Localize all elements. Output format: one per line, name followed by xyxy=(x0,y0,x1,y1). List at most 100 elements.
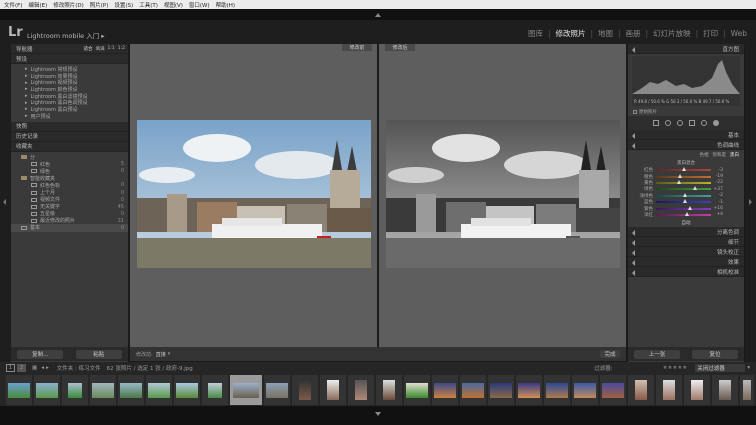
crop-icon[interactable] xyxy=(653,120,659,126)
collections-header[interactable]: 收藏夹 xyxy=(11,141,128,152)
thumbnail[interactable] xyxy=(90,375,116,405)
thumbnail[interactable] xyxy=(146,375,172,405)
zoom-1-1[interactable]: 1:1 xyxy=(108,46,115,52)
thumbnail-selected[interactable] xyxy=(230,375,262,405)
previous-button[interactable]: 上一张 xyxy=(634,349,680,359)
spot-removal-icon[interactable] xyxy=(665,120,671,126)
radial-filter-icon[interactable] xyxy=(701,120,707,126)
collection-item[interactable]: 绿色 0 xyxy=(11,168,128,175)
module-map[interactable]: 地图 xyxy=(593,28,618,39)
thumbnail[interactable] xyxy=(712,375,738,405)
menu-develop[interactable]: 修改照片(D) xyxy=(53,1,84,9)
grid-icon[interactable]: ▦ xyxy=(32,365,37,371)
thumbnail[interactable] xyxy=(320,375,346,405)
thumbnail[interactable] xyxy=(572,375,598,405)
module-print[interactable]: 打印 xyxy=(698,28,723,39)
menu-help[interactable]: 帮助(H) xyxy=(216,1,235,9)
presets-header[interactable]: 预设 xyxy=(11,54,128,64)
zoom-1-2[interactable]: 1:2 xyxy=(118,46,125,52)
forward-icon[interactable]: ▸ xyxy=(46,365,49,371)
thumbnail[interactable] xyxy=(404,375,430,405)
snapshots-header[interactable]: 快照 xyxy=(11,121,128,132)
done-button[interactable]: 完成 xyxy=(600,350,620,358)
before-photo[interactable] xyxy=(137,120,371,268)
smart-collection-item[interactable]: 最近修改的照片 31 xyxy=(11,217,128,224)
collection-set[interactable]: 分 xyxy=(11,154,128,161)
thumbnail[interactable] xyxy=(460,375,486,405)
thumbnail[interactable] xyxy=(488,375,514,405)
after-photo[interactable] xyxy=(386,120,620,268)
app-name[interactable]: Lightroom mobile 入门 ▸ xyxy=(27,30,105,40)
thumbnail[interactable] xyxy=(600,375,626,405)
basic-header[interactable]: 基本 xyxy=(628,130,744,140)
source-path[interactable]: 文件夹 : 练习文件 xyxy=(57,364,101,372)
split-toning-header[interactable]: 分离色调 xyxy=(628,227,744,238)
menu-window[interactable]: 窗口(W) xyxy=(189,1,210,9)
thumbnail[interactable] xyxy=(264,375,290,405)
thumbnail[interactable] xyxy=(740,375,754,405)
thumbnail[interactable] xyxy=(432,375,458,405)
smart-collection-item[interactable]: 红色色标 0 xyxy=(11,182,128,189)
menu-photo[interactable]: 照片(P) xyxy=(90,1,109,9)
paste-button[interactable]: 粘贴 xyxy=(75,349,122,359)
filmstrip-toggle[interactable] xyxy=(0,406,756,425)
zoom-fill[interactable]: 填满 xyxy=(96,46,105,52)
brush-icon[interactable] xyxy=(713,120,719,126)
compare-mode-select[interactable]: 直接 xyxy=(156,351,166,358)
thumbnail[interactable] xyxy=(376,375,402,405)
module-web[interactable]: Web xyxy=(726,29,752,38)
module-develop[interactable]: 修改照片 xyxy=(550,28,590,39)
zoom-fit[interactable]: 适合 xyxy=(84,46,93,52)
thumbnail[interactable] xyxy=(656,375,682,405)
menu-file[interactable]: 文件(F) xyxy=(4,1,22,9)
tone-curve-header[interactable]: 色调曲线 xyxy=(628,140,744,150)
effects-header[interactable]: 效果 xyxy=(628,257,744,268)
auto-button[interactable]: 自动 xyxy=(628,218,744,227)
thumbnail[interactable] xyxy=(684,375,710,405)
rating-filter[interactable]: ★★★★★ xyxy=(663,365,688,371)
menu-tools[interactable]: 工具(T) xyxy=(139,1,158,9)
histogram-header[interactable]: 直方图 xyxy=(628,44,744,54)
copy-button[interactable]: 复制... xyxy=(17,349,64,359)
thumbnail[interactable] xyxy=(348,375,374,405)
tab-bw[interactable]: 黑白 xyxy=(730,152,739,158)
history-header[interactable]: 历史记录 xyxy=(11,131,128,142)
right-panel-toggle[interactable] xyxy=(745,44,756,362)
thumbnail[interactable] xyxy=(544,375,570,405)
module-library[interactable]: 图库 xyxy=(523,28,548,39)
menu-edit[interactable]: 编辑(E) xyxy=(28,1,47,9)
module-book[interactable]: 画册 xyxy=(621,28,646,39)
thumbnail[interactable] xyxy=(62,375,88,405)
menu-view[interactable]: 视图(V) xyxy=(164,1,183,9)
filter-select[interactable]: 关闭过滤器 xyxy=(695,364,746,372)
graduated-filter-icon[interactable] xyxy=(689,120,695,126)
lens-correction-header[interactable]: 镜头校正 xyxy=(628,247,744,258)
smart-collection-item[interactable]: 视频文件 0 xyxy=(11,196,128,203)
camera-calibration-header[interactable]: 相机校准 xyxy=(628,267,744,278)
module-slideshow[interactable]: 幻灯片放映 xyxy=(648,28,696,39)
original-photo-toggle[interactable]: 原始照片 xyxy=(628,108,744,116)
thumbnail[interactable] xyxy=(628,375,654,405)
navigator-header[interactable]: 导航器 适合 填满 1:1 1:2 xyxy=(11,44,128,54)
top-panel-toggle[interactable] xyxy=(0,9,756,20)
smart-collection-item[interactable]: 上个月 0 xyxy=(11,189,128,196)
reset-button[interactable]: 复位 xyxy=(692,349,738,359)
collection-item-selected[interactable]: 基本 0 xyxy=(11,224,128,232)
smart-collection-item[interactable]: 无关键字 45 xyxy=(11,203,128,210)
menu-settings[interactable]: 设置(S) xyxy=(114,1,133,9)
collection-item[interactable]: 红色 5 xyxy=(11,161,128,168)
thumbnail[interactable] xyxy=(516,375,542,405)
collection-set[interactable]: 智能收藏夹 xyxy=(11,175,128,182)
thumbnail[interactable] xyxy=(174,375,200,405)
thumbnail[interactable] xyxy=(34,375,60,405)
smart-collection-item[interactable]: 五星级 0 xyxy=(11,210,128,217)
preset-folder[interactable]: ▸ Lightroom 黑白预设 xyxy=(11,106,128,113)
tab-saturation[interactable]: 饱和度 xyxy=(713,152,727,158)
page-1-button[interactable]: 1 xyxy=(6,364,15,372)
page-2-button[interactable]: 2 xyxy=(17,364,26,372)
thumbnail[interactable] xyxy=(202,375,228,405)
thumbnail[interactable] xyxy=(118,375,144,405)
red-eye-icon[interactable] xyxy=(677,120,683,126)
thumbnail[interactable] xyxy=(292,375,318,405)
detail-header[interactable]: 细节 xyxy=(628,237,744,248)
